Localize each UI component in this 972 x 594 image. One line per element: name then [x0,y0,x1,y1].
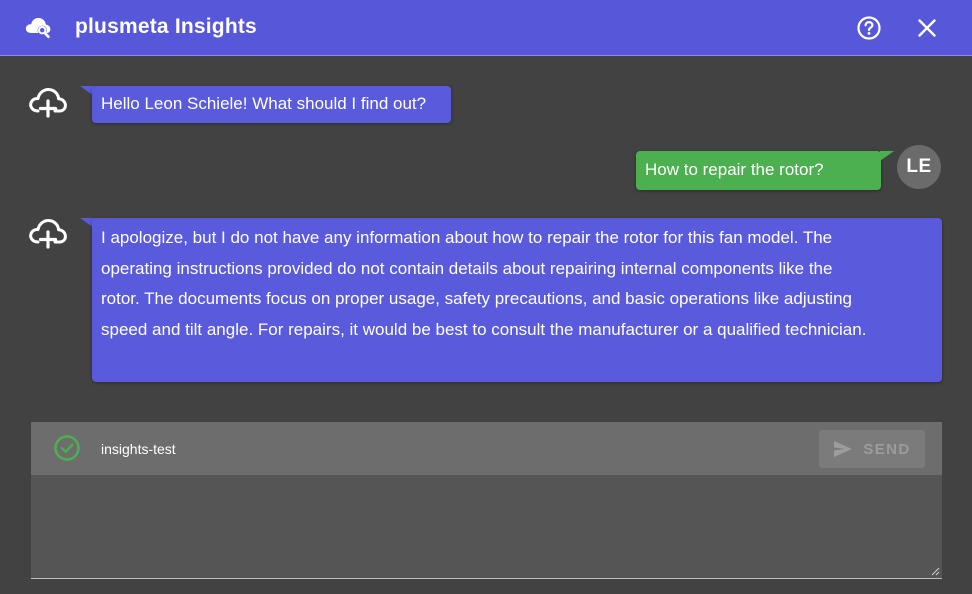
check-circle-icon [54,435,80,461]
bot-message-line: speed and tilt angle. For repairs, it wo… [101,319,867,339]
close-icon[interactable] [914,15,940,41]
composer-toolbar: insights-test SEND [31,422,942,475]
app-title: plusmeta Insights [75,15,257,38]
send-button[interactable]: SEND [819,430,925,468]
cloud-plus-icon [29,88,67,118]
bot-message-line: operating instructions provided do not c… [101,258,833,278]
cloud-search-icon [25,17,51,39]
user-message-text: How to repair the rotor? [645,160,824,179]
bot-message-bubble: Hello Leon Schiele! What should I find o… [92,86,451,123]
message-input[interactable] [31,475,942,579]
bot-message-line: I apologize, but I do not have any infor… [101,228,833,247]
workspace-label: insights-test [101,441,176,457]
cloud-plus-icon [29,219,67,249]
send-button-label: SEND [863,440,911,458]
bot-message-line: rotor. The documents focus on proper usa… [101,289,852,308]
help-circle-icon[interactable] [856,15,882,41]
user-avatar: LE [897,145,941,189]
app-header: plusmeta Insights [0,0,972,56]
user-avatar-initials: LE [906,156,932,177]
bot-message-text: Hello Leon Schiele! What should I find o… [101,94,427,113]
bot-message-bubble: I apologize, but I do not have any infor… [92,218,942,382]
message-composer: insights-test SEND [31,422,942,579]
resize-handle-icon[interactable] [930,566,940,576]
user-message-bubble: How to repair the rotor? [636,151,881,190]
send-icon [834,441,853,457]
